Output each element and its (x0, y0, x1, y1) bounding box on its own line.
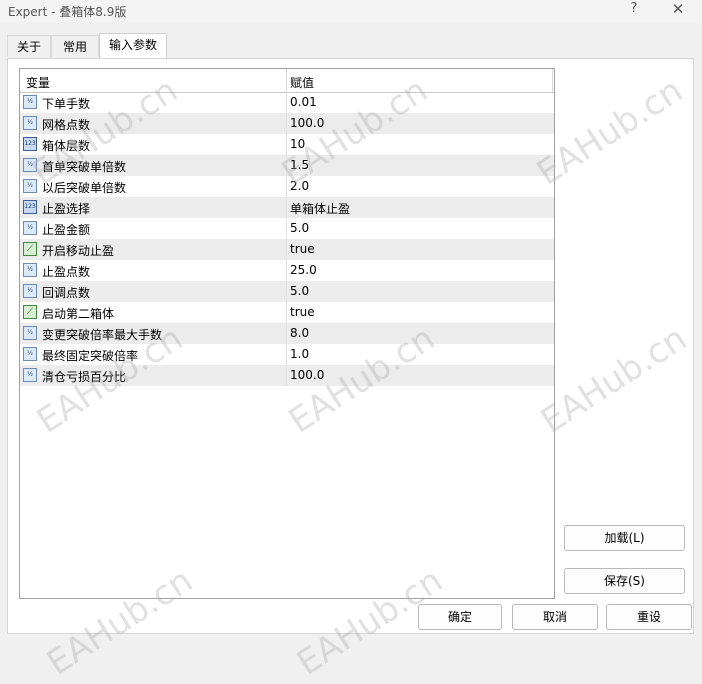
help-button[interactable]: ? (626, 1, 642, 19)
param-name: 回调点数 (42, 286, 91, 300)
table-row[interactable]: ½ 最终固定突破倍率 1.0 (20, 344, 554, 365)
column-divider (286, 323, 287, 344)
param-value[interactable]: 100.0 (290, 116, 324, 130)
bool-type-icon: ⟋ (23, 242, 37, 256)
param-value[interactable]: 1.0 (290, 347, 309, 361)
param-name: 开启移动止盈 (42, 244, 115, 258)
table-row[interactable]: 123 止盈选择 单箱体止盈 (20, 197, 554, 218)
column-divider (286, 344, 287, 365)
parameters-grid: 变量 赋值 ½ 下单手数 0.01 ½ 网格点数 100.0 123 箱体层数 10 ½ 首单突破单… (19, 68, 555, 599)
param-value[interactable]: 10 (290, 137, 305, 151)
window-title: Expert - 叠箱体8.9版 (8, 5, 127, 19)
header-divider-end (552, 69, 553, 92)
param-value[interactable]: 2.0 (290, 179, 309, 193)
param-name: 启动第二箱体 (42, 307, 115, 321)
ok-button[interactable]: 确定 (418, 604, 502, 630)
param-name: 止盈点数 (42, 265, 91, 279)
double-type-icon: ½ (23, 179, 37, 193)
tab-common[interactable]: 常用 (51, 35, 99, 57)
param-name: 网格点数 (42, 118, 91, 132)
param-value[interactable]: 5.0 (290, 221, 309, 235)
param-name: 首单突破单倍数 (42, 160, 127, 174)
table-row[interactable]: ½ 首单突破单倍数 1.5 (20, 155, 554, 176)
bool-type-icon: ⟋ (23, 305, 37, 319)
column-divider (286, 365, 287, 386)
param-name: 下单手数 (42, 97, 91, 111)
param-name: 止盈金额 (42, 223, 91, 237)
column-divider (286, 239, 287, 260)
integer-type-icon: 123 (23, 137, 37, 151)
double-type-icon: ½ (23, 368, 37, 382)
double-type-icon: ½ (23, 158, 37, 172)
param-value[interactable]: 1.5 (290, 158, 309, 172)
param-name: 变更突破倍率最大手数 (42, 328, 163, 342)
table-row[interactable]: ½ 下单手数 0.01 (20, 92, 554, 113)
double-type-icon: ½ (23, 221, 37, 235)
column-divider (286, 260, 287, 281)
double-type-icon: ½ (23, 347, 37, 361)
column-divider (286, 92, 287, 113)
table-row[interactable]: ½ 以后突破单倍数 2.0 (20, 176, 554, 197)
close-button[interactable]: ✕ (669, 0, 687, 20)
double-type-icon: ½ (23, 95, 37, 109)
table-row[interactable]: ½ 清仓亏损百分比 100.0 (20, 365, 554, 386)
column-divider (286, 155, 287, 176)
param-value[interactable]: 25.0 (290, 263, 317, 277)
reset-button[interactable]: 重设 (606, 604, 692, 630)
tab-input-params[interactable]: 输入参数 (99, 33, 167, 58)
header-variable[interactable]: 变量 (26, 74, 50, 91)
table-row[interactable]: ½ 止盈点数 25.0 (20, 260, 554, 281)
column-divider (286, 197, 287, 218)
header-value[interactable]: 赋值 (290, 74, 314, 91)
column-divider (286, 113, 287, 134)
double-type-icon: ½ (23, 326, 37, 340)
param-value[interactable]: 0.01 (290, 95, 317, 109)
param-value[interactable]: 单箱体止盈 (290, 200, 350, 217)
table-row[interactable]: ½ 回调点数 5.0 (20, 281, 554, 302)
double-type-icon: ½ (23, 263, 37, 277)
header-divider[interactable] (286, 69, 287, 92)
table-row[interactable]: ½ 网格点数 100.0 (20, 113, 554, 134)
table-row[interactable]: ⟋ 启动第二箱体 true (20, 302, 554, 323)
double-type-icon: ½ (23, 284, 37, 298)
param-name: 最终固定突破倍率 (42, 349, 139, 363)
column-divider (286, 218, 287, 239)
cancel-button[interactable]: 取消 (512, 604, 598, 630)
column-divider (286, 281, 287, 302)
load-button[interactable]: 加载(L) (564, 525, 685, 551)
table-row[interactable]: ⟋ 开启移动止盈 true (20, 239, 554, 260)
integer-type-icon: 123 (23, 200, 37, 214)
table-row[interactable]: ½ 止盈金额 5.0 (20, 218, 554, 239)
tab-about[interactable]: 关于 (7, 35, 51, 57)
param-value[interactable]: 8.0 (290, 326, 309, 340)
param-name: 以后突破单倍数 (42, 181, 127, 195)
param-value[interactable]: 100.0 (290, 368, 324, 382)
column-divider (286, 134, 287, 155)
param-name: 清仓亏损百分比 (42, 370, 127, 384)
title-bar: Expert - 叠箱体8.9版 ? ✕ (0, 0, 702, 22)
table-row[interactable]: 123 箱体层数 10 (20, 134, 554, 155)
double-type-icon: ½ (23, 116, 37, 130)
param-value[interactable]: true (290, 305, 315, 319)
column-divider (286, 176, 287, 197)
param-value[interactable]: true (290, 242, 315, 256)
save-button[interactable]: 保存(S) (564, 568, 685, 594)
table-row[interactable]: ½ 变更突破倍率最大手数 8.0 (20, 323, 554, 344)
column-divider (286, 302, 287, 323)
param-value[interactable]: 5.0 (290, 284, 309, 298)
param-name: 箱体层数 (42, 139, 91, 153)
grid-header: 变量 赋值 (20, 69, 554, 93)
param-name: 止盈选择 (42, 202, 91, 216)
